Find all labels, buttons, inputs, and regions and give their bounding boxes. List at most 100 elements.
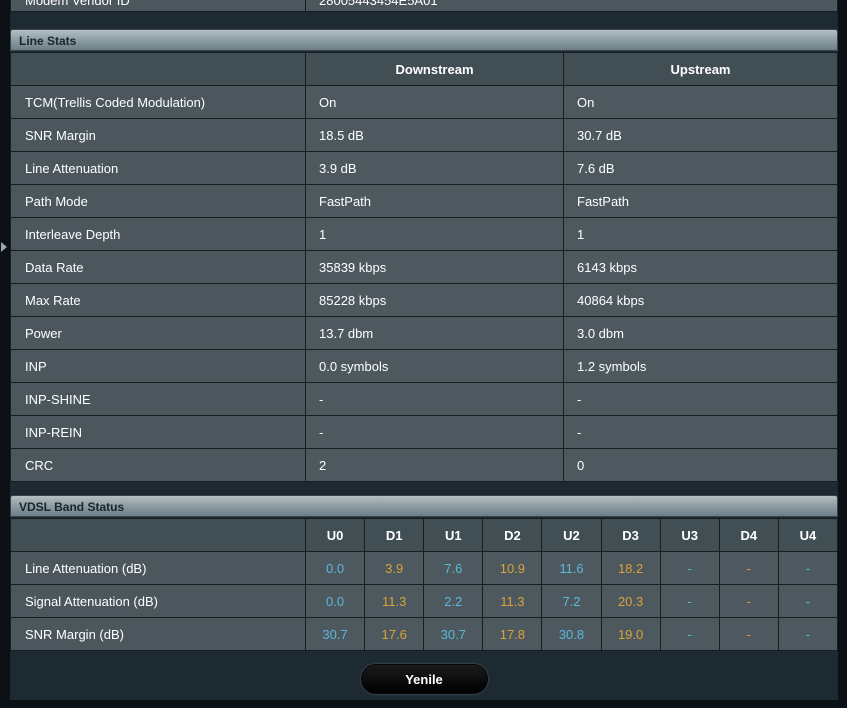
downstream-value: - — [305, 415, 564, 449]
band-value-d1: 11.3 — [364, 584, 425, 618]
col-header-d2: D2 — [482, 518, 543, 552]
band-value-u0: 0.0 — [304, 584, 366, 618]
band-value-u2: 7.2 — [541, 584, 602, 618]
band-value-u1: 7.6 — [423, 551, 484, 585]
table-row: Max Rate 85228 kbps 40864 kbps — [10, 283, 838, 317]
downstream-value: 18.5 dB — [305, 118, 564, 152]
upstream-value: FastPath — [563, 184, 838, 218]
band-value-u3: - — [659, 617, 720, 651]
row-label: Data Rate — [10, 250, 306, 284]
band-value-u4: - — [777, 584, 839, 618]
row-label: Interleave Depth — [10, 217, 306, 251]
button-row: Yenile — [10, 664, 838, 694]
downstream-value: FastPath — [305, 184, 564, 218]
row-label: Line Attenuation (dB) — [10, 551, 306, 585]
col-header-d1: D1 — [364, 518, 425, 552]
downstream-value: - — [305, 382, 564, 416]
band-value-u2: 11.6 — [541, 551, 602, 585]
band-header-row: U0 D1 U1 D2 U2 D3 U3 D4 U4 — [10, 518, 839, 552]
downstream-value: 3.9 dB — [305, 151, 564, 185]
band-value-d3: 19.0 — [600, 617, 661, 651]
line-stats-header-row: Downstream Upstream — [10, 52, 838, 86]
line-stats-title: Line Stats — [10, 29, 838, 51]
row-label: INP — [10, 349, 306, 383]
band-value-d4: - — [718, 617, 779, 651]
band-value-d1: 17.6 — [364, 617, 425, 651]
row-label: Max Rate — [10, 283, 306, 317]
downstream-value: On — [305, 85, 564, 119]
upstream-value: 30.7 dB — [563, 118, 838, 152]
band-value-u0: 0.0 — [304, 551, 366, 585]
row-label: SNR Margin (dB) — [10, 617, 306, 651]
corner-cell — [10, 52, 306, 86]
vdsl-band-status-title: VDSL Band Status — [10, 495, 838, 517]
col-header-u3: U3 — [659, 518, 720, 552]
table-row: Line Attenuation (dB) 0.0 3.9 7.6 10.9 1… — [10, 551, 839, 585]
band-value-d1: 3.9 — [364, 551, 425, 585]
band-value-d3: 20.3 — [600, 584, 661, 618]
table-row: Interleave Depth 1 1 — [10, 217, 838, 251]
table-row: TCM(Trellis Coded Modulation) On On — [10, 85, 838, 119]
col-header-d3: D3 — [600, 518, 661, 552]
table-row: Power 13.7 dbm 3.0 dbm — [10, 316, 838, 350]
upstream-value: 40864 kbps — [563, 283, 838, 317]
row-label: INP-REIN — [10, 415, 306, 449]
band-value-d3: 18.2 — [600, 551, 661, 585]
upstream-value: 6143 kbps — [563, 250, 838, 284]
downstream-value: 2 — [305, 448, 564, 482]
col-header-d4: D4 — [718, 518, 779, 552]
table-row: Path Mode FastPath FastPath — [10, 184, 838, 218]
downstream-value: 35839 kbps — [305, 250, 564, 284]
vdsl-band-status-section: VDSL Band Status U0 D1 U1 D2 U2 D3 U3 D4… — [10, 495, 839, 651]
band-value-u1: 30.7 — [423, 617, 484, 651]
row-label: Signal Attenuation (dB) — [10, 584, 306, 618]
band-value-u1: 2.2 — [423, 584, 484, 618]
band-value-d2: 10.9 — [482, 551, 543, 585]
row-label: Path Mode — [10, 184, 306, 218]
downstream-value: 85228 kbps — [305, 283, 564, 317]
row-label: TCM(Trellis Coded Modulation) — [10, 85, 306, 119]
downstream-value: 13.7 dbm — [305, 316, 564, 350]
corner-cell — [10, 518, 306, 552]
dsl-status-panel: Modem Vendor ID 28005443454E5A01 Line St… — [10, 0, 839, 700]
band-value-u3: - — [659, 584, 720, 618]
band-value-u2: 30.8 — [541, 617, 602, 651]
col-header-u0: U0 — [304, 518, 366, 552]
downstream-value: 0.0 symbols — [305, 349, 564, 383]
col-header-upstream: Upstream — [563, 52, 838, 86]
table-row: Data Rate 35839 kbps 6143 kbps — [10, 250, 838, 284]
table-row: SNR Margin 18.5 dB 30.7 dB — [10, 118, 838, 152]
table-row: CRC 2 0 — [10, 448, 838, 482]
table-row: INP-SHINE - - — [10, 382, 838, 416]
col-header-u1: U1 — [423, 518, 484, 552]
col-header-u2: U2 — [541, 518, 602, 552]
row-label: Line Attenuation — [10, 151, 306, 185]
row-label: SNR Margin — [10, 118, 306, 152]
table-row: Line Attenuation 3.9 dB 7.6 dB — [10, 151, 838, 185]
sidebar-collapse-arrow-icon[interactable] — [1, 242, 7, 252]
downstream-value: 1 — [305, 217, 564, 251]
row-label: INP-SHINE — [10, 382, 306, 416]
table-row: Signal Attenuation (dB) 0.0 11.3 2.2 11.… — [10, 584, 839, 618]
band-value-u4: - — [777, 617, 839, 651]
modem-vendor-value: 28005443454E5A01 — [305, 0, 838, 12]
band-value-d4: - — [718, 584, 779, 618]
col-header-downstream: Downstream — [305, 52, 564, 86]
upstream-value: 1 — [563, 217, 838, 251]
vdsl-band-status-table: U0 D1 U1 D2 U2 D3 U3 D4 U4 Line Attenuat… — [10, 518, 839, 651]
col-header-u4: U4 — [777, 518, 839, 552]
band-value-u4: - — [777, 551, 839, 585]
row-label: Power — [10, 316, 306, 350]
upstream-value: 1.2 symbols — [563, 349, 838, 383]
table-row: INP 0.0 symbols 1.2 symbols — [10, 349, 838, 383]
table-row: SNR Margin (dB) 30.7 17.6 30.7 17.8 30.8… — [10, 617, 839, 651]
band-value-u0: 30.7 — [304, 617, 366, 651]
band-value-u3: - — [659, 551, 720, 585]
band-value-d2: 17.8 — [482, 617, 543, 651]
modem-vendor-row: Modem Vendor ID 28005443454E5A01 — [10, 0, 838, 12]
refresh-button[interactable]: Yenile — [360, 664, 488, 694]
upstream-value: 3.0 dbm — [563, 316, 838, 350]
band-value-d4: - — [718, 551, 779, 585]
modem-vendor-label: Modem Vendor ID — [10, 0, 305, 12]
upstream-value: 7.6 dB — [563, 151, 838, 185]
